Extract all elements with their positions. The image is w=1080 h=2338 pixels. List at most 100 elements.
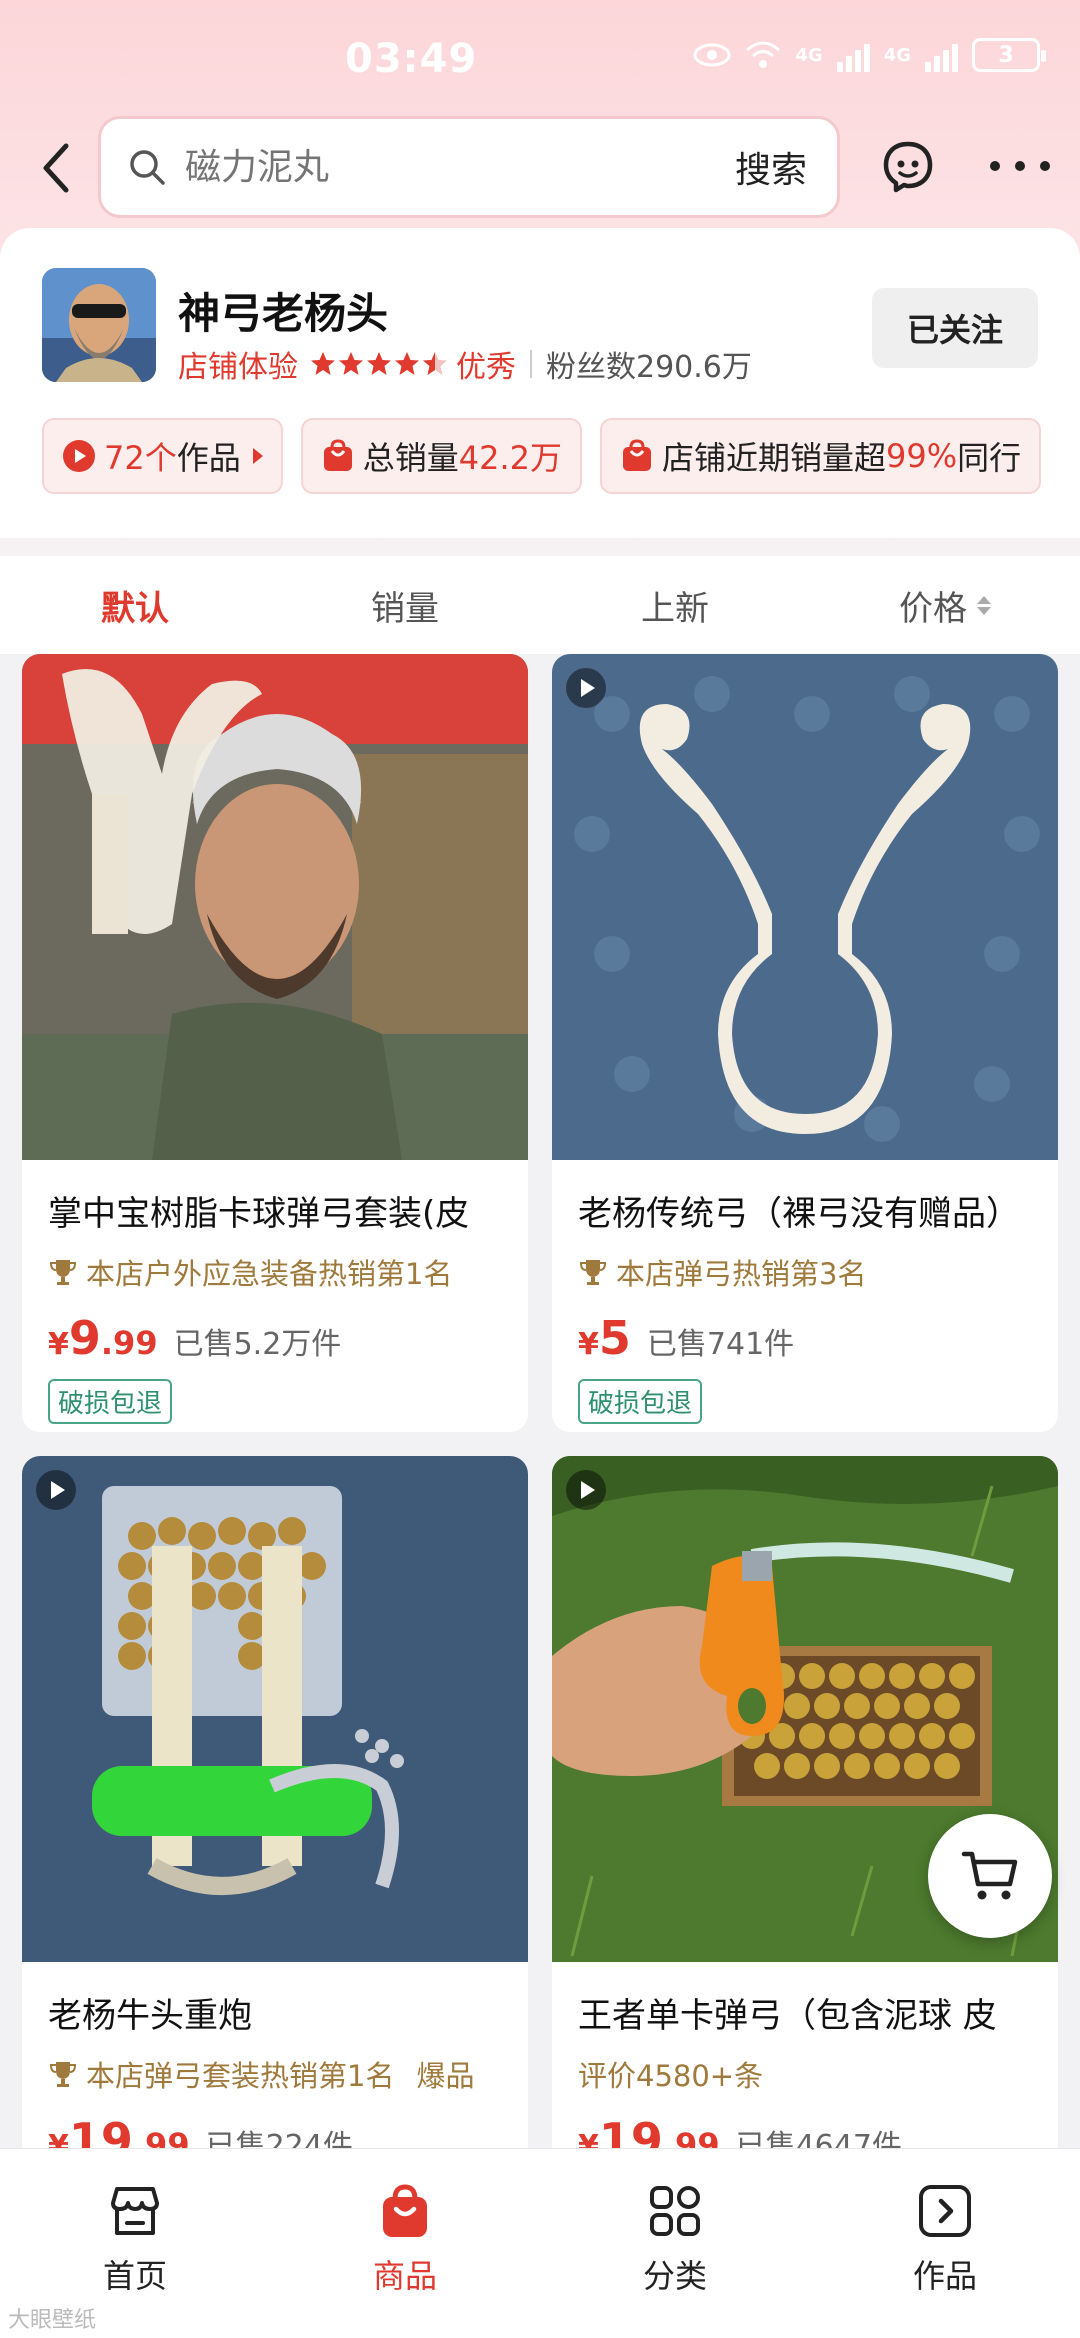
product-image[interactable]	[552, 654, 1058, 1160]
product-rank[interactable]: 本店户外应急装备热销第1名	[48, 1251, 502, 1293]
category-grid-icon	[650, 2186, 700, 2236]
status-icons: 4G 4G 3	[693, 38, 1046, 72]
shop-info-card: 神弓老杨头 店铺体验 优秀 粉丝数290.6万 已关注 72个 作品 总销量 4…	[0, 228, 1080, 538]
shop-stats-chips: 72个 作品 总销量 42.2万 店铺近期销量超 99% 同行	[42, 418, 1042, 494]
tab-sales[interactable]: 销量	[270, 556, 540, 654]
nav-works[interactable]: 作品	[810, 2149, 1080, 2338]
nav-home-label: 首页	[102, 2257, 167, 2295]
chip-total-sales-label: 总销量	[362, 439, 459, 477]
sort-tabs: 默认 销量 上新 价格	[0, 556, 1080, 654]
search-icon	[130, 150, 165, 185]
product-title[interactable]: 王者单卡弹弓（包含泥球 皮	[578, 1988, 1032, 2037]
search-input[interactable]	[185, 146, 735, 188]
product-review-count[interactable]: 评价4580+条	[578, 2053, 1032, 2095]
status-bar: 03:49 4G 4G 3	[0, 0, 1080, 120]
product-price-row: ¥ 9 .99 已售5.2万件	[48, 1311, 502, 1365]
chip-recent-sales: 店铺近期销量超 99% 同行	[600, 418, 1042, 494]
product-card[interactable]: 老杨传统弓（裸弓没有赠品） 本店弹弓热销第3名 ¥ 5 已售741件 破损包退	[552, 654, 1058, 1432]
service-tag: 破损包退	[578, 1379, 703, 1424]
wifi-icon	[746, 41, 781, 68]
product-rank[interactable]: 本店弹弓套装热销第1名 爆品	[48, 2053, 502, 2095]
tab-price[interactable]: 价格	[810, 556, 1080, 654]
video-play-icon	[566, 668, 606, 708]
tab-sales-label: 销量	[371, 588, 439, 629]
man-holding-slingshot-image	[22, 654, 528, 1160]
product-title[interactable]: 老杨传统弓（裸弓没有赠品）	[578, 1186, 1032, 1235]
product-rank-text: 本店户外应急装备热销第1名	[86, 1257, 453, 1291]
chip-recent-sales-value: 99%	[886, 437, 958, 475]
shopping-bag-icon	[323, 439, 352, 471]
product-rank-text: 本店弹弓热销第3名	[616, 1257, 867, 1291]
battery-icon: 3	[972, 38, 1046, 72]
video-play-icon	[36, 1470, 76, 1510]
product-title[interactable]: 掌中宝树脂卡球弹弓套装(皮	[48, 1186, 502, 1235]
signal-4g-icon-2: 4G	[883, 44, 911, 66]
cart-button[interactable]	[928, 1814, 1052, 1938]
chip-works-value: 72个	[104, 439, 177, 477]
shop-experience-row[interactable]: 店铺体验 优秀 粉丝数290.6万	[178, 342, 752, 386]
shop-avatar[interactable]	[42, 268, 156, 382]
shop-home-icon	[111, 2187, 159, 2235]
play-circle-icon	[63, 440, 95, 472]
star-half-icon	[423, 352, 447, 375]
chip-recent-sales-label: 店铺近期销量超	[662, 439, 887, 477]
product-card[interactable]: 掌中宝树脂卡球弹弓套装(皮 本店户外应急装备热销第1名 ¥ 9 .99 已售5.…	[22, 654, 528, 1432]
sold-count: 已售741件	[646, 1327, 795, 1362]
product-title[interactable]: 老杨牛头重炮	[48, 1988, 502, 2037]
trophy-icon	[49, 2062, 77, 2087]
product-image[interactable]	[22, 654, 528, 1160]
shopping-bag-icon	[623, 439, 652, 471]
search-button[interactable]: 搜索	[735, 141, 807, 193]
product-info: 掌中宝树脂卡球弹弓套装(皮 本店户外应急装备热销第1名 ¥ 9 .99 已售5.…	[22, 1160, 528, 1432]
sort-arrows-icon	[977, 595, 991, 615]
price-currency: ¥	[578, 1327, 599, 1362]
avatar-portrait-image	[42, 268, 156, 382]
price-currency: ¥	[48, 1327, 69, 1362]
chip-total-sales-value: 42.2万	[458, 439, 563, 477]
tab-default[interactable]: 默认	[0, 556, 270, 654]
chip-works[interactable]: 72个 作品	[42, 418, 283, 494]
rating-stars	[310, 351, 448, 377]
product-rank-text: 本店弹弓套装热销第1名	[86, 2059, 395, 2093]
customer-service-icon[interactable]	[880, 138, 936, 194]
shop-experience-label: 店铺体验	[178, 350, 298, 385]
tab-new-label: 上新	[641, 588, 709, 629]
product-card[interactable]: 老杨牛头重炮 本店弹弓套装热销第1名 爆品 ¥ 19 .99 已售224件	[22, 1456, 528, 2234]
follow-button[interactable]: 已关注	[872, 288, 1038, 368]
nav-products[interactable]: 商品	[270, 2149, 540, 2338]
product-rank[interactable]: 本店弹弓热销第3名	[578, 1251, 1032, 1293]
nav-category-label: 分类	[642, 2257, 707, 2295]
fans-count: 粉丝数290.6万	[546, 350, 752, 385]
back-arrow-icon[interactable]	[32, 138, 82, 198]
product-image[interactable]	[22, 1456, 528, 1962]
product-grid: 掌中宝树脂卡球弹弓套装(皮 本店户外应急装备热销第1名 ¥ 9 .99 已售5.…	[22, 654, 1058, 2234]
shopping-bag-icon	[383, 2184, 427, 2237]
tab-default-label: 默认	[101, 588, 169, 629]
search-bar[interactable]: 搜索	[98, 116, 840, 218]
battery-level: 3	[998, 42, 1014, 68]
tab-new[interactable]: 上新	[540, 556, 810, 654]
watermark: 大眼壁纸	[8, 2308, 97, 2333]
chip-works-label: 作品	[176, 439, 241, 477]
more-options-icon[interactable]	[990, 148, 1050, 184]
tab-price-label: 价格	[899, 588, 967, 629]
bottom-navigation: 首页 商品 分类 作品	[0, 2148, 1080, 2338]
white-slingshot-image	[552, 654, 1058, 1160]
chip-recent-sales-suffix: 同行	[957, 439, 1022, 477]
shopping-cart-icon	[961, 1851, 1018, 1900]
trophy-icon	[579, 1260, 607, 1285]
star-full-icon	[367, 352, 391, 375]
divider	[530, 350, 532, 378]
nav-works-label: 作品	[912, 2257, 977, 2295]
chip-total-sales: 总销量 42.2万	[300, 418, 583, 494]
star-full-icon	[311, 352, 335, 375]
product-price-row: ¥ 5 已售741件	[578, 1311, 1032, 1365]
star-full-icon	[339, 352, 363, 375]
trophy-icon	[49, 1260, 77, 1285]
price-decimal: .99	[100, 1324, 158, 1362]
service-tag: 破损包退	[48, 1379, 173, 1424]
shop-name[interactable]: 神弓老杨头	[178, 280, 388, 341]
product-info: 老杨传统弓（裸弓没有赠品） 本店弹弓热销第3名 ¥ 5 已售741件 破损包退	[552, 1160, 1058, 1432]
star-full-icon	[395, 352, 419, 375]
nav-category[interactable]: 分类	[540, 2149, 810, 2338]
